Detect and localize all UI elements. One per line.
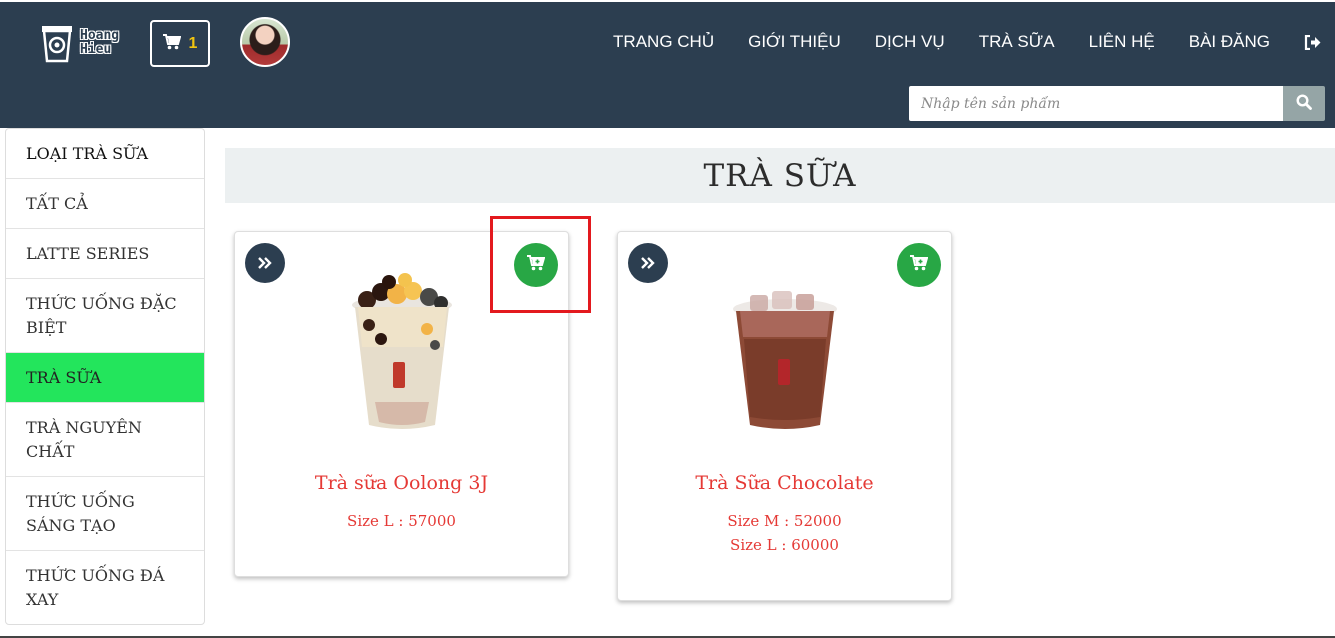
add-to-cart-button[interactable] (897, 243, 941, 287)
view-detail-button[interactable] (245, 243, 285, 283)
nav-contact[interactable]: LIÊN HỆ (1089, 32, 1155, 52)
logout-icon[interactable] (1304, 34, 1321, 50)
sidebar-item-ice-blended[interactable]: THỨC UỐNG ĐÁ XAY (6, 551, 204, 624)
product-size-price: Size L : 60000 (730, 536, 839, 554)
site-logo[interactable]: Hoang Hieu (40, 22, 136, 64)
logo-line-2: Hieu (80, 42, 112, 57)
product-size-price: Size L : 57000 (347, 512, 456, 530)
double-chevron-right-icon (258, 254, 272, 273)
product-sizes: Size M : 52000 Size L : 60000 (618, 509, 951, 557)
shopping-cart-icon (162, 33, 181, 54)
search-icon (1296, 93, 1312, 114)
product-name[interactable]: Trà Sữa Chocolate (618, 472, 951, 494)
page-title: TRÀ SỮA (703, 157, 857, 194)
sidebar-item-pure-tea[interactable]: TRÀ NGUYÊN CHẤT (6, 403, 204, 477)
product-sizes: Size L : 57000 (235, 509, 568, 533)
sidebar-item-special-drinks[interactable]: THỨC UỐNG ĐẶC BIỆT (6, 279, 204, 353)
category-sidebar: LOẠI TRÀ SỮA TẤT CẢ LATTE SERIES THỨC UỐ… (5, 128, 205, 625)
sidebar-item-milk-tea[interactable]: TRÀ SỮA (6, 353, 204, 403)
sidebar-item-creative-drinks[interactable]: THỨC UỐNG SÁNG TẠO (6, 477, 204, 551)
product-card: Trà sữa Oolong 3J Size L : 57000 (234, 231, 569, 577)
add-to-cart-button[interactable] (514, 243, 558, 287)
view-detail-button[interactable] (628, 243, 668, 283)
product-name[interactable]: Trà sữa Oolong 3J (235, 472, 568, 494)
sidebar-heading: LOẠI TRÀ SỮA (6, 129, 204, 179)
search-button[interactable] (1283, 86, 1325, 121)
nav-milk-tea[interactable]: TRÀ SỮA (979, 32, 1055, 52)
sidebar-item-latte-series[interactable]: LATTE SERIES (6, 229, 204, 279)
user-avatar[interactable] (240, 17, 290, 67)
double-chevron-right-icon (641, 254, 655, 273)
search-input[interactable] (909, 86, 1283, 121)
cart-button[interactable]: 1 (150, 20, 210, 67)
nav-about[interactable]: GIỚI THIỆU (748, 32, 841, 52)
logo-line-1: Hoang (80, 28, 120, 43)
category-title-bar: TRÀ SỮA (225, 148, 1335, 203)
cart-plus-icon (910, 255, 929, 275)
main-nav: TRANG CHỦ GIỚI THIỆU DỊCH VỤ TRÀ SỮA LIÊ… (579, 32, 1321, 52)
nav-posts[interactable]: BÀI ĐĂNG (1189, 32, 1270, 52)
logo-wordmark: Hoang Hieu (80, 29, 119, 57)
oolong-milk-tea-image (352, 273, 452, 429)
chocolate-milk-tea-image (733, 291, 837, 429)
nav-home[interactable]: TRANG CHỦ (613, 32, 714, 52)
product-size-price: Size M : 52000 (727, 512, 842, 530)
nav-services[interactable]: DỊCH VỤ (875, 32, 945, 52)
cart-plus-icon (527, 255, 546, 275)
product-card: Trà Sữa Chocolate Size M : 52000 Size L … (617, 231, 952, 601)
cup-logo-icon (40, 23, 74, 63)
sidebar-item-all[interactable]: TẤT CẢ (6, 179, 204, 229)
top-navbar: Hoang Hieu 1 TRANG CHỦ GIỚI THIỆU DỊCH V… (0, 0, 1335, 128)
cart-count-badge: 1 (188, 34, 198, 52)
